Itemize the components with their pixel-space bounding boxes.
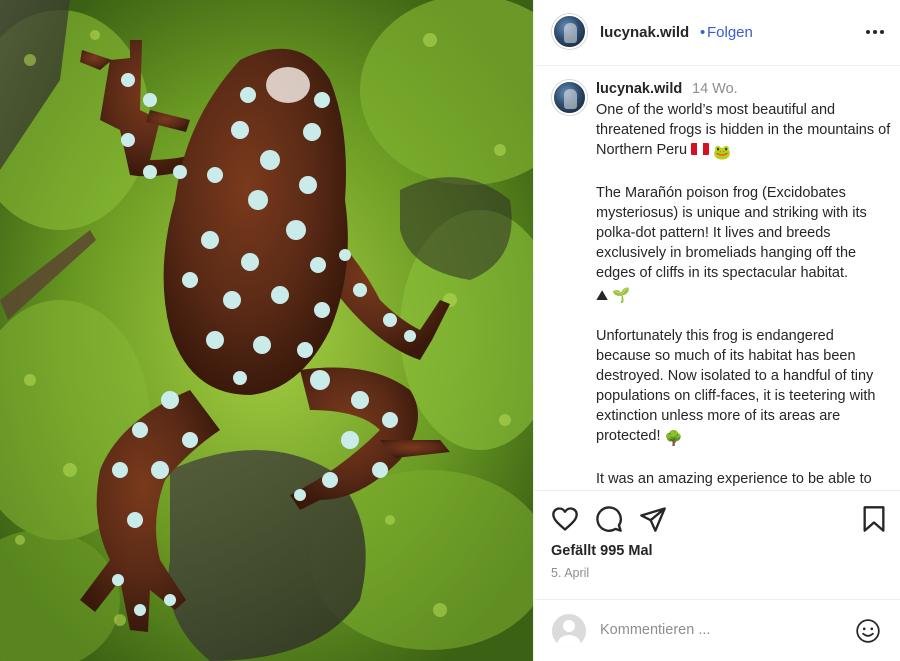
peru-flag-icon [691,143,710,155]
author-username[interactable]: lucynak.wild [600,24,689,41]
caption-username[interactable]: lucynak.wild [596,81,682,97]
post-photo[interactable] [0,0,533,661]
action-bar [534,500,900,540]
separator-dot: • [700,24,706,41]
comment-icon[interactable] [595,505,623,533]
comment-composer [534,599,900,661]
caption-author-avatar[interactable] [552,80,587,115]
caption-paragraph: It was an amazing experience to be able … [596,471,872,487]
follow-button[interactable]: Folgen [707,24,753,41]
more-icon[interactable] [865,22,885,42]
bookmark-icon[interactable] [860,505,888,533]
caption-paragraph: The Marañón poison frog (Excidobates mys… [596,185,867,304]
post-date[interactable]: 5. April [551,566,589,580]
caption-text: One of the world’s most beautiful and th… [596,100,892,490]
share-icon[interactable] [639,505,667,533]
post-sidebar: lucynak.wild • Folgen lucynak.wild 14 Wo… [533,0,900,661]
like-count[interactable]: Gefällt 995 Mal [551,543,653,559]
author-avatar[interactable] [552,14,587,49]
heart-icon[interactable] [551,505,579,533]
caption-timestamp[interactable]: 14 Wo. [692,81,738,97]
frog-photo-illustration [0,0,533,661]
caption-paragraph: One of the world’s most beautiful and th… [596,102,891,161]
frog-emoji: 🐸 [713,145,732,161]
seedling-emoji: 🌱 [612,288,631,304]
tree-emoji: 🌳 [664,431,683,447]
smile-icon[interactable] [855,618,881,644]
section-divider [534,490,900,491]
current-user-avatar [552,614,586,648]
mountain-emoji: ⛰ [596,288,609,304]
caption-section: lucynak.wild 14 Wo. One of the world’s m… [534,67,900,490]
caption-paragraph: Unfortunately this frog is endangered be… [596,328,876,447]
comment-input[interactable] [600,622,830,638]
post-header: lucynak.wild • Folgen [534,0,900,66]
